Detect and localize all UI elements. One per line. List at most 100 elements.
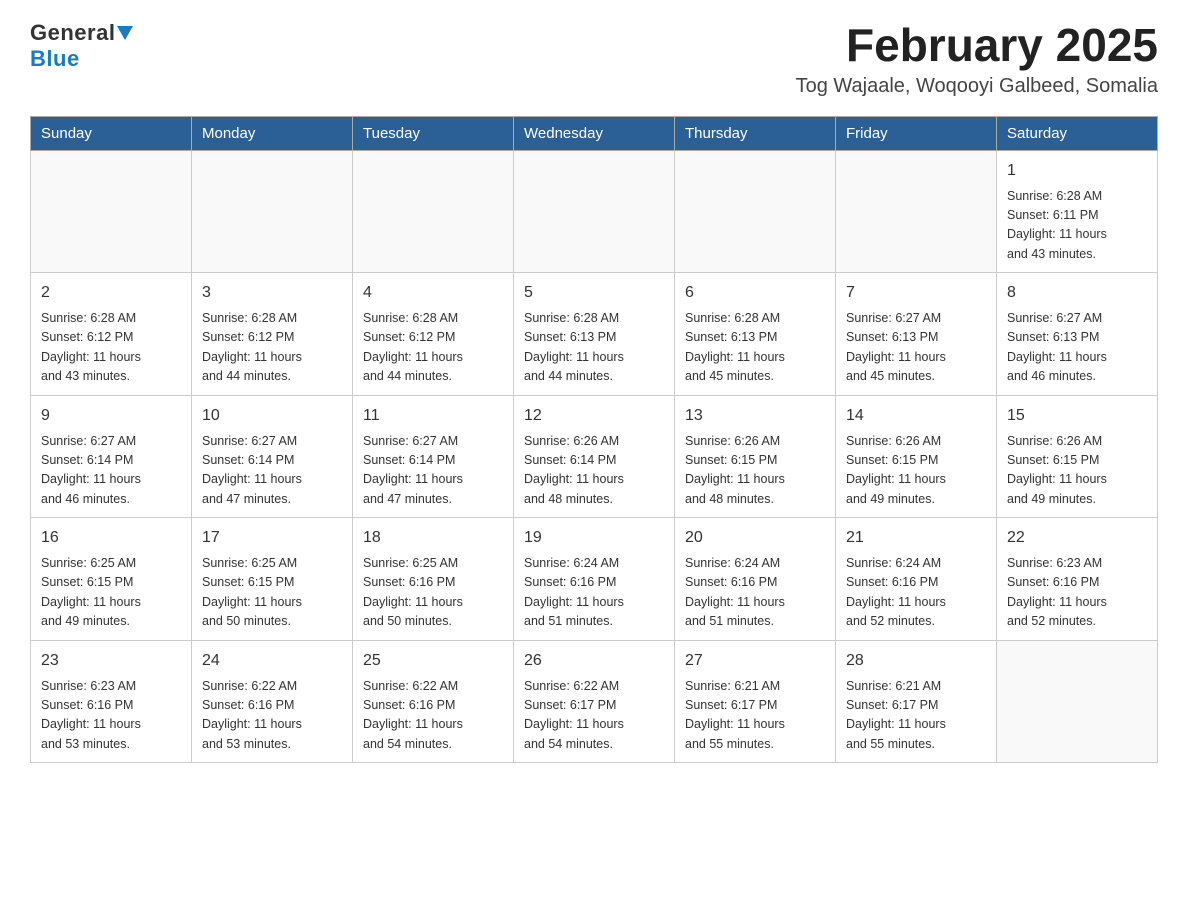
day-info: Sunrise: 6:25 AM Sunset: 6:15 PM Dayligh… [41,554,181,632]
calendar-cell [675,150,836,273]
calendar-cell: 3 Sunrise: 6:28 AM Sunset: 6:12 PM Daylig… [192,273,353,396]
calendar-cell: 28 Sunrise: 6:21 AM Sunset: 6:17 PM Dayli… [836,640,997,763]
day-number: 5 [524,281,664,305]
day-number: 27 [685,649,825,673]
calendar-cell [997,640,1158,763]
day-number: 14 [846,404,986,428]
calendar-cell: 7Sunrise: 6:27 AM Sunset: 6:13 PM Daylig… [836,273,997,396]
calendar-cell: 18 Sunrise: 6:25 AM Sunset: 6:16 PM Dayli… [353,518,514,641]
day-number: 15 [1007,404,1147,428]
calendar-day-header: Wednesday [514,116,675,150]
day-info: Sunrise: 6:26 AM Sunset: 6:14 PM Dayligh… [524,432,664,510]
calendar-week-row: 16 Sunrise: 6:25 AM Sunset: 6:15 PM Dayli… [31,518,1158,641]
day-info: Sunrise: 6:27 AM Sunset: 6:14 PM Dayligh… [363,432,503,510]
day-info: Sunrise: 6:25 AM Sunset: 6:16 PM Dayligh… [363,554,503,632]
day-number: 17 [202,526,342,550]
day-number: 2 [41,281,181,305]
calendar-cell: 9 Sunrise: 6:27 AM Sunset: 6:14 PM Daylig… [31,395,192,518]
day-number: 19 [524,526,664,550]
calendar-cell: 6Sunrise: 6:28 AM Sunset: 6:13 PM Daylig… [675,273,836,396]
calendar-cell: 2 Sunrise: 6:28 AM Sunset: 6:12 PM Daylig… [31,273,192,396]
day-info: Sunrise: 6:26 AM Sunset: 6:15 PM Dayligh… [846,432,986,510]
day-info: Sunrise: 6:23 AM Sunset: 6:16 PM Dayligh… [41,677,181,755]
calendar-cell: 19 Sunrise: 6:24 AM Sunset: 6:16 PM Dayli… [514,518,675,641]
calendar-week-row: 1 Sunrise: 6:28 AM Sunset: 6:11 PM Daylig… [31,150,1158,273]
title-block: February 2025 Tog Wajaale, Woqooyi Galbe… [796,20,1158,98]
calendar-day-header: Monday [192,116,353,150]
calendar-cell: 13 Sunrise: 6:26 AM Sunset: 6:15 PM Dayli… [675,395,836,518]
day-number: 9 [41,404,181,428]
day-info: Sunrise: 6:22 AM Sunset: 6:16 PM Dayligh… [202,677,342,755]
day-info: Sunrise: 6:24 AM Sunset: 6:16 PM Dayligh… [685,554,825,632]
day-number: 24 [202,649,342,673]
day-info: Sunrise: 6:22 AM Sunset: 6:16 PM Dayligh… [363,677,503,755]
calendar-week-row: 23 Sunrise: 6:23 AM Sunset: 6:16 PM Dayli… [31,640,1158,763]
day-number: 13 [685,404,825,428]
calendar-day-header: Thursday [675,116,836,150]
calendar-header-row: SundayMondayTuesdayWednesdayThursdayFrid… [31,116,1158,150]
calendar-cell: 20Sunrise: 6:24 AM Sunset: 6:16 PM Dayli… [675,518,836,641]
calendar-day-header: Sunday [31,116,192,150]
day-info: Sunrise: 6:27 AM Sunset: 6:13 PM Dayligh… [1007,309,1147,387]
day-info: Sunrise: 6:28 AM Sunset: 6:12 PM Dayligh… [41,309,181,387]
day-info: Sunrise: 6:25 AM Sunset: 6:15 PM Dayligh… [202,554,342,632]
logo-blue: Blue [30,46,80,72]
day-info: Sunrise: 6:28 AM Sunset: 6:12 PM Dayligh… [202,309,342,387]
calendar-cell: 26 Sunrise: 6:22 AM Sunset: 6:17 PM Dayli… [514,640,675,763]
day-info: Sunrise: 6:27 AM Sunset: 6:14 PM Dayligh… [202,432,342,510]
day-info: Sunrise: 6:28 AM Sunset: 6:13 PM Dayligh… [685,309,825,387]
calendar-day-header: Friday [836,116,997,150]
calendar-week-row: 2 Sunrise: 6:28 AM Sunset: 6:12 PM Daylig… [31,273,1158,396]
day-number: 23 [41,649,181,673]
day-info: Sunrise: 6:28 AM Sunset: 6:12 PM Dayligh… [363,309,503,387]
calendar-cell: 10Sunrise: 6:27 AM Sunset: 6:14 PM Dayli… [192,395,353,518]
calendar-cell: 8 Sunrise: 6:27 AM Sunset: 6:13 PM Daylig… [997,273,1158,396]
day-number: 7 [846,281,986,305]
calendar-cell: 5 Sunrise: 6:28 AM Sunset: 6:13 PM Daylig… [514,273,675,396]
day-info: Sunrise: 6:26 AM Sunset: 6:15 PM Dayligh… [1007,432,1147,510]
day-number: 8 [1007,281,1147,305]
day-info: Sunrise: 6:24 AM Sunset: 6:16 PM Dayligh… [846,554,986,632]
calendar-cell: 27Sunrise: 6:21 AM Sunset: 6:17 PM Dayli… [675,640,836,763]
page-header: General Blue February 2025 Tog Wajaale, … [30,20,1158,98]
logo-text: General [30,20,133,46]
day-info: Sunrise: 6:28 AM Sunset: 6:11 PM Dayligh… [1007,187,1147,265]
calendar-cell [836,150,997,273]
day-info: Sunrise: 6:26 AM Sunset: 6:15 PM Dayligh… [685,432,825,510]
day-number: 4 [363,281,503,305]
day-info: Sunrise: 6:24 AM Sunset: 6:16 PM Dayligh… [524,554,664,632]
day-number: 12 [524,404,664,428]
day-number: 26 [524,649,664,673]
day-number: 3 [202,281,342,305]
calendar-week-row: 9 Sunrise: 6:27 AM Sunset: 6:14 PM Daylig… [31,395,1158,518]
logo-general: General [30,20,115,45]
calendar-cell [353,150,514,273]
day-number: 22 [1007,526,1147,550]
day-info: Sunrise: 6:23 AM Sunset: 6:16 PM Dayligh… [1007,554,1147,632]
logo-arrow-icon [117,26,133,40]
calendar-table: SundayMondayTuesdayWednesdayThursdayFrid… [30,116,1158,764]
calendar-day-header: Tuesday [353,116,514,150]
day-number: 11 [363,404,503,428]
calendar-cell: 21 Sunrise: 6:24 AM Sunset: 6:16 PM Dayli… [836,518,997,641]
calendar-cell: 15 Sunrise: 6:26 AM Sunset: 6:15 PM Dayli… [997,395,1158,518]
calendar-cell: 4 Sunrise: 6:28 AM Sunset: 6:12 PM Daylig… [353,273,514,396]
month-title: February 2025 [796,20,1158,71]
day-number: 1 [1007,159,1147,183]
day-info: Sunrise: 6:27 AM Sunset: 6:14 PM Dayligh… [41,432,181,510]
day-number: 16 [41,526,181,550]
calendar-day-header: Saturday [997,116,1158,150]
calendar-cell: 22 Sunrise: 6:23 AM Sunset: 6:16 PM Dayli… [997,518,1158,641]
day-info: Sunrise: 6:22 AM Sunset: 6:17 PM Dayligh… [524,677,664,755]
calendar-cell [31,150,192,273]
day-number: 21 [846,526,986,550]
logo: General Blue [30,20,133,72]
day-number: 18 [363,526,503,550]
calendar-cell: 24 Sunrise: 6:22 AM Sunset: 6:16 PM Dayli… [192,640,353,763]
day-info: Sunrise: 6:21 AM Sunset: 6:17 PM Dayligh… [846,677,986,755]
calendar-cell: 14 Sunrise: 6:26 AM Sunset: 6:15 PM Dayli… [836,395,997,518]
day-info: Sunrise: 6:28 AM Sunset: 6:13 PM Dayligh… [524,309,664,387]
day-number: 28 [846,649,986,673]
calendar-cell: 11 Sunrise: 6:27 AM Sunset: 6:14 PM Dayli… [353,395,514,518]
calendar-cell [192,150,353,273]
